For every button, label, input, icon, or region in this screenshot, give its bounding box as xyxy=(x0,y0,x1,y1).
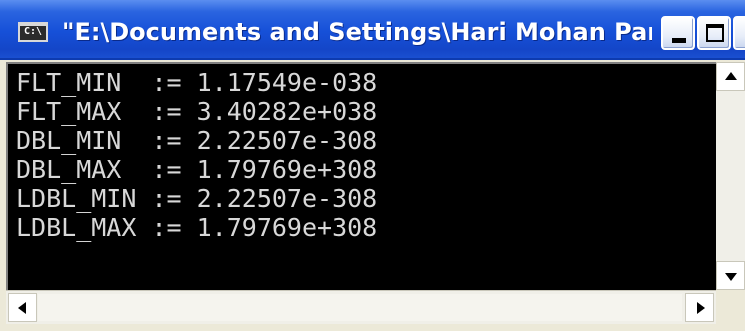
console-line-ldbl-max: LDBL_MAX := 1.79769e+308 xyxy=(16,213,378,242)
scroll-up-button[interactable] xyxy=(716,62,745,91)
vertical-scrollbar[interactable] xyxy=(716,62,745,290)
window-title: "E:\Documents and Settings\Hari Mohan Pa… xyxy=(62,18,652,46)
console-line-flt-max: FLT_MAX := 3.40282e+038 xyxy=(16,97,378,126)
resize-grip[interactable] xyxy=(716,290,745,324)
console-output[interactable]: FLT_MIN := 1.17549e-038 FLT_MAX := 3.402… xyxy=(6,62,716,290)
console-line-dbl-max: DBL_MAX := 1.79769e+308 xyxy=(16,155,378,184)
close-button[interactable]: × xyxy=(733,16,745,50)
arrow-down-icon xyxy=(725,273,737,281)
arrow-up-icon xyxy=(725,72,737,80)
console-window: C:\ "E:\Documents and Settings\Hari Moha… xyxy=(0,0,745,331)
console-line-dbl-min: DBL_MIN := 2.22507e-308 xyxy=(16,126,378,155)
close-icon: × xyxy=(735,20,745,46)
arrow-right-icon xyxy=(697,302,705,314)
console-icon-label: C:\ xyxy=(23,26,43,37)
minimize-icon xyxy=(672,38,686,43)
arrow-left-icon xyxy=(18,302,26,314)
title-bar[interactable]: C:\ "E:\Documents and Settings\Hari Moha… xyxy=(0,0,745,60)
horizontal-scroll-thumb[interactable] xyxy=(38,294,682,321)
maximize-icon xyxy=(706,24,724,42)
scroll-left-button[interactable] xyxy=(8,293,37,322)
minimize-button[interactable] xyxy=(661,16,695,50)
horizontal-scrollbar[interactable] xyxy=(6,290,716,324)
scroll-right-button[interactable] xyxy=(685,293,714,322)
window-frame-bottom xyxy=(0,324,745,331)
console-line-ldbl-min: LDBL_MIN := 2.22507e-308 xyxy=(16,184,378,213)
console-icon[interactable]: C:\ xyxy=(18,22,48,42)
console-line-flt-min: FLT_MIN := 1.17549e-038 xyxy=(16,68,378,97)
maximize-button[interactable] xyxy=(697,16,731,50)
scroll-down-button[interactable] xyxy=(716,261,745,290)
